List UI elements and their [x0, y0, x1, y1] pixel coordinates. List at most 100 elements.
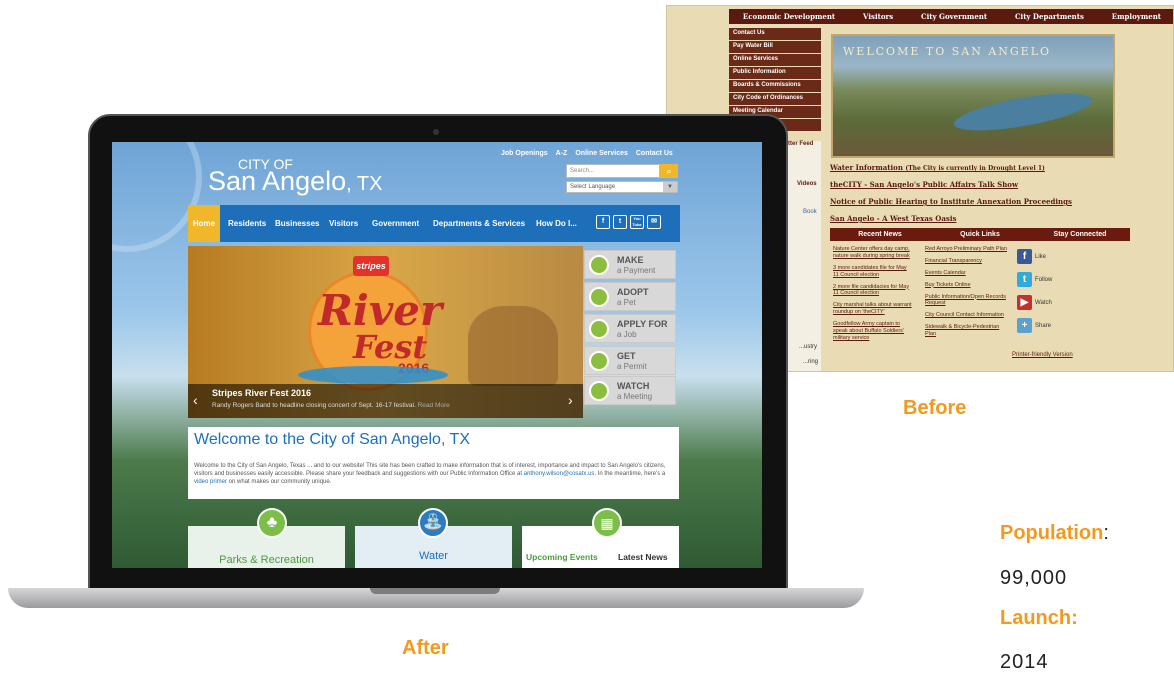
- quick-action-sub: a Meeting: [617, 392, 653, 401]
- nav-residents[interactable]: Residents: [228, 205, 266, 242]
- chevron-right-icon[interactable]: ›: [568, 392, 573, 408]
- main-nav: Home Residents Businesses Visitors Gover…: [188, 205, 680, 242]
- stripes-badge: stripes: [353, 256, 389, 276]
- search-icon[interactable]: ⌕: [660, 164, 678, 178]
- before-side-label[interactable]: Book: [803, 209, 817, 215]
- twitter-icon[interactable]: t: [613, 215, 627, 229]
- utility-link[interactable]: Online Services: [575, 150, 628, 157]
- social-youtube[interactable]: ▶ Watch: [1017, 295, 1052, 310]
- nav-departments[interactable]: Departments & Services: [433, 205, 525, 242]
- before-nav-item[interactable]: City Government: [921, 12, 987, 21]
- before-link[interactable]: theCITY - San Angelo's Public Affairs Ta…: [830, 180, 1130, 189]
- social-label: Watch: [1035, 299, 1052, 306]
- before-link[interactable]: Notice of Public Hearing to Institute An…: [830, 197, 1130, 206]
- before-menu-item[interactable]: City Code of Ordinances: [729, 93, 821, 105]
- logo-name: San Angelo: [208, 166, 347, 196]
- nav-government[interactable]: Government: [372, 205, 419, 242]
- before-side-label[interactable]: ...ustry: [799, 344, 817, 350]
- video-primer-link[interactable]: video primer: [194, 479, 227, 485]
- welcome-box: Welcome to the City of San Angelo, TX We…: [188, 427, 679, 499]
- chevron-down-icon: ▼: [663, 182, 677, 192]
- column-header: Recent News: [858, 231, 902, 238]
- column-header: Stay Connected: [1053, 231, 1107, 238]
- before-nav-item[interactable]: Employment: [1112, 12, 1161, 21]
- quick-link[interactable]: City Council Contact Information: [925, 312, 1007, 319]
- facebook-icon[interactable]: f: [596, 215, 610, 229]
- news-link[interactable]: 3 more candidates file for May 11 Counci…: [833, 265, 913, 279]
- hero-slider[interactable]: stripes River Fest 2016 ‹ Stripes River …: [188, 246, 583, 418]
- before-social: f Like t Follow ▶ Watch + Share: [1017, 249, 1052, 341]
- youtube-icon: ▶: [1017, 295, 1032, 310]
- language-select[interactable]: Select Language ▼: [566, 181, 678, 193]
- quick-link[interactable]: Red Arroyo Preliminary Path Plan: [925, 246, 1007, 253]
- printer-friendly-link[interactable]: Printer-friendly Version: [1012, 352, 1073, 358]
- launch-value: 2014: [1000, 651, 1049, 673]
- email-icon[interactable]: ✉: [647, 215, 661, 229]
- before-menu-item[interactable]: Public Information: [729, 67, 821, 79]
- tab-upcoming-events[interactable]: Upcoming Events: [526, 552, 598, 562]
- link-note: (The City is currently in Drought Level …: [905, 165, 1045, 172]
- quick-link[interactable]: Buy Tickets Online: [925, 282, 1007, 289]
- quick-link[interactable]: Public Information/Open Records Request: [925, 294, 1007, 308]
- quick-action-payment[interactable]: MAKE a Payment: [584, 250, 676, 279]
- quick-action-meeting[interactable]: WATCH a Meeting: [584, 376, 676, 405]
- nav-businesses[interactable]: Businesses: [275, 205, 319, 242]
- quick-link[interactable]: Sidewalk & Bicycle-Pedestrian Plan: [925, 324, 1007, 338]
- before-nav-item[interactable]: Visitors: [863, 12, 893, 21]
- quick-action-permit[interactable]: GET a Permit: [584, 346, 676, 375]
- logo[interactable]: San Angelo, TX: [208, 166, 382, 197]
- before-nav-item[interactable]: Economic Development: [743, 12, 835, 21]
- card-label: Water: [419, 550, 448, 562]
- news-link[interactable]: City marshal talks about warrant roundup…: [833, 302, 913, 316]
- nav-how-do-i[interactable]: How Do I...: [536, 205, 577, 242]
- logo-state: , TX: [346, 173, 383, 195]
- before-menu-item[interactable]: Online Services: [729, 54, 821, 66]
- before-link[interactable]: Water Information (The City is currently…: [830, 163, 1130, 172]
- utility-link[interactable]: Job Openings: [501, 150, 548, 157]
- news-link[interactable]: 2 more file candidacies for May 11 Counc…: [833, 284, 913, 298]
- search-input[interactable]: Search...: [566, 164, 660, 178]
- before-nav-item[interactable]: City Departments: [1015, 12, 1084, 21]
- laptop-notch: [370, 588, 500, 594]
- welcome-body: Welcome to the City of San Angelo, Texas…: [194, 463, 666, 486]
- social-label: Like: [1035, 253, 1047, 260]
- river-shape: [951, 86, 1095, 138]
- read-more-link[interactable]: Read More: [418, 402, 450, 409]
- nav-home[interactable]: Home: [188, 205, 220, 242]
- quick-action-label: ADOPT: [617, 287, 649, 297]
- youtube-icon[interactable]: You Tube: [630, 215, 644, 229]
- quick-link[interactable]: Financial Transparency: [925, 258, 1007, 265]
- quick-action-label: MAKE: [617, 255, 644, 265]
- population-value: 99,000: [1000, 567, 1068, 589]
- quick-action-pet[interactable]: ADOPT a Pet: [584, 282, 676, 311]
- pet-icon: [589, 287, 609, 307]
- before-menu-item[interactable]: Pay Water Bill: [729, 41, 821, 53]
- before-menu-item[interactable]: Boards & Commissions: [729, 80, 821, 92]
- before-menu-item[interactable]: Contact Us: [729, 28, 821, 40]
- before-side-label[interactable]: ...ring: [803, 359, 818, 365]
- social-share[interactable]: + Share: [1017, 318, 1052, 333]
- permit-icon: [589, 351, 609, 371]
- social-facebook[interactable]: f Like: [1017, 249, 1052, 264]
- utility-link[interactable]: Contact Us: [636, 150, 673, 157]
- social-twitter[interactable]: t Follow: [1017, 272, 1052, 287]
- before-side-label[interactable]: Videos: [797, 181, 817, 187]
- quick-action-label: APPLY FOR: [617, 319, 668, 329]
- chevron-left-icon[interactable]: ‹: [193, 392, 198, 408]
- news-link[interactable]: Goodfellow Army captain to speak about B…: [833, 321, 913, 342]
- news-link[interactable]: Nature Center offers day camp, nature wa…: [833, 246, 913, 260]
- quick-action-job[interactable]: APPLY FOR a Job: [584, 314, 676, 343]
- before-quick-links: Red Arroyo Preliminary Path Plan Financi…: [925, 246, 1007, 343]
- social-label: Share: [1035, 322, 1052, 329]
- email-link[interactable]: anthony.wilson@cosatx.us: [524, 471, 595, 477]
- nav-visitors[interactable]: Visitors: [329, 205, 358, 242]
- utility-link[interactable]: A-Z: [556, 150, 568, 157]
- caption-after: After: [402, 637, 449, 659]
- quick-link[interactable]: Events Calendar: [925, 270, 1007, 277]
- job-icon: [589, 319, 609, 339]
- link-title: Water Information: [830, 163, 903, 172]
- before-link[interactable]: San Angelo - A West Texas Oasis: [830, 214, 1130, 223]
- before-links: Water Information (The City is currently…: [830, 163, 1130, 231]
- tab-latest-news[interactable]: Latest News: [618, 552, 668, 562]
- launch-label: Launch:: [1000, 607, 1078, 629]
